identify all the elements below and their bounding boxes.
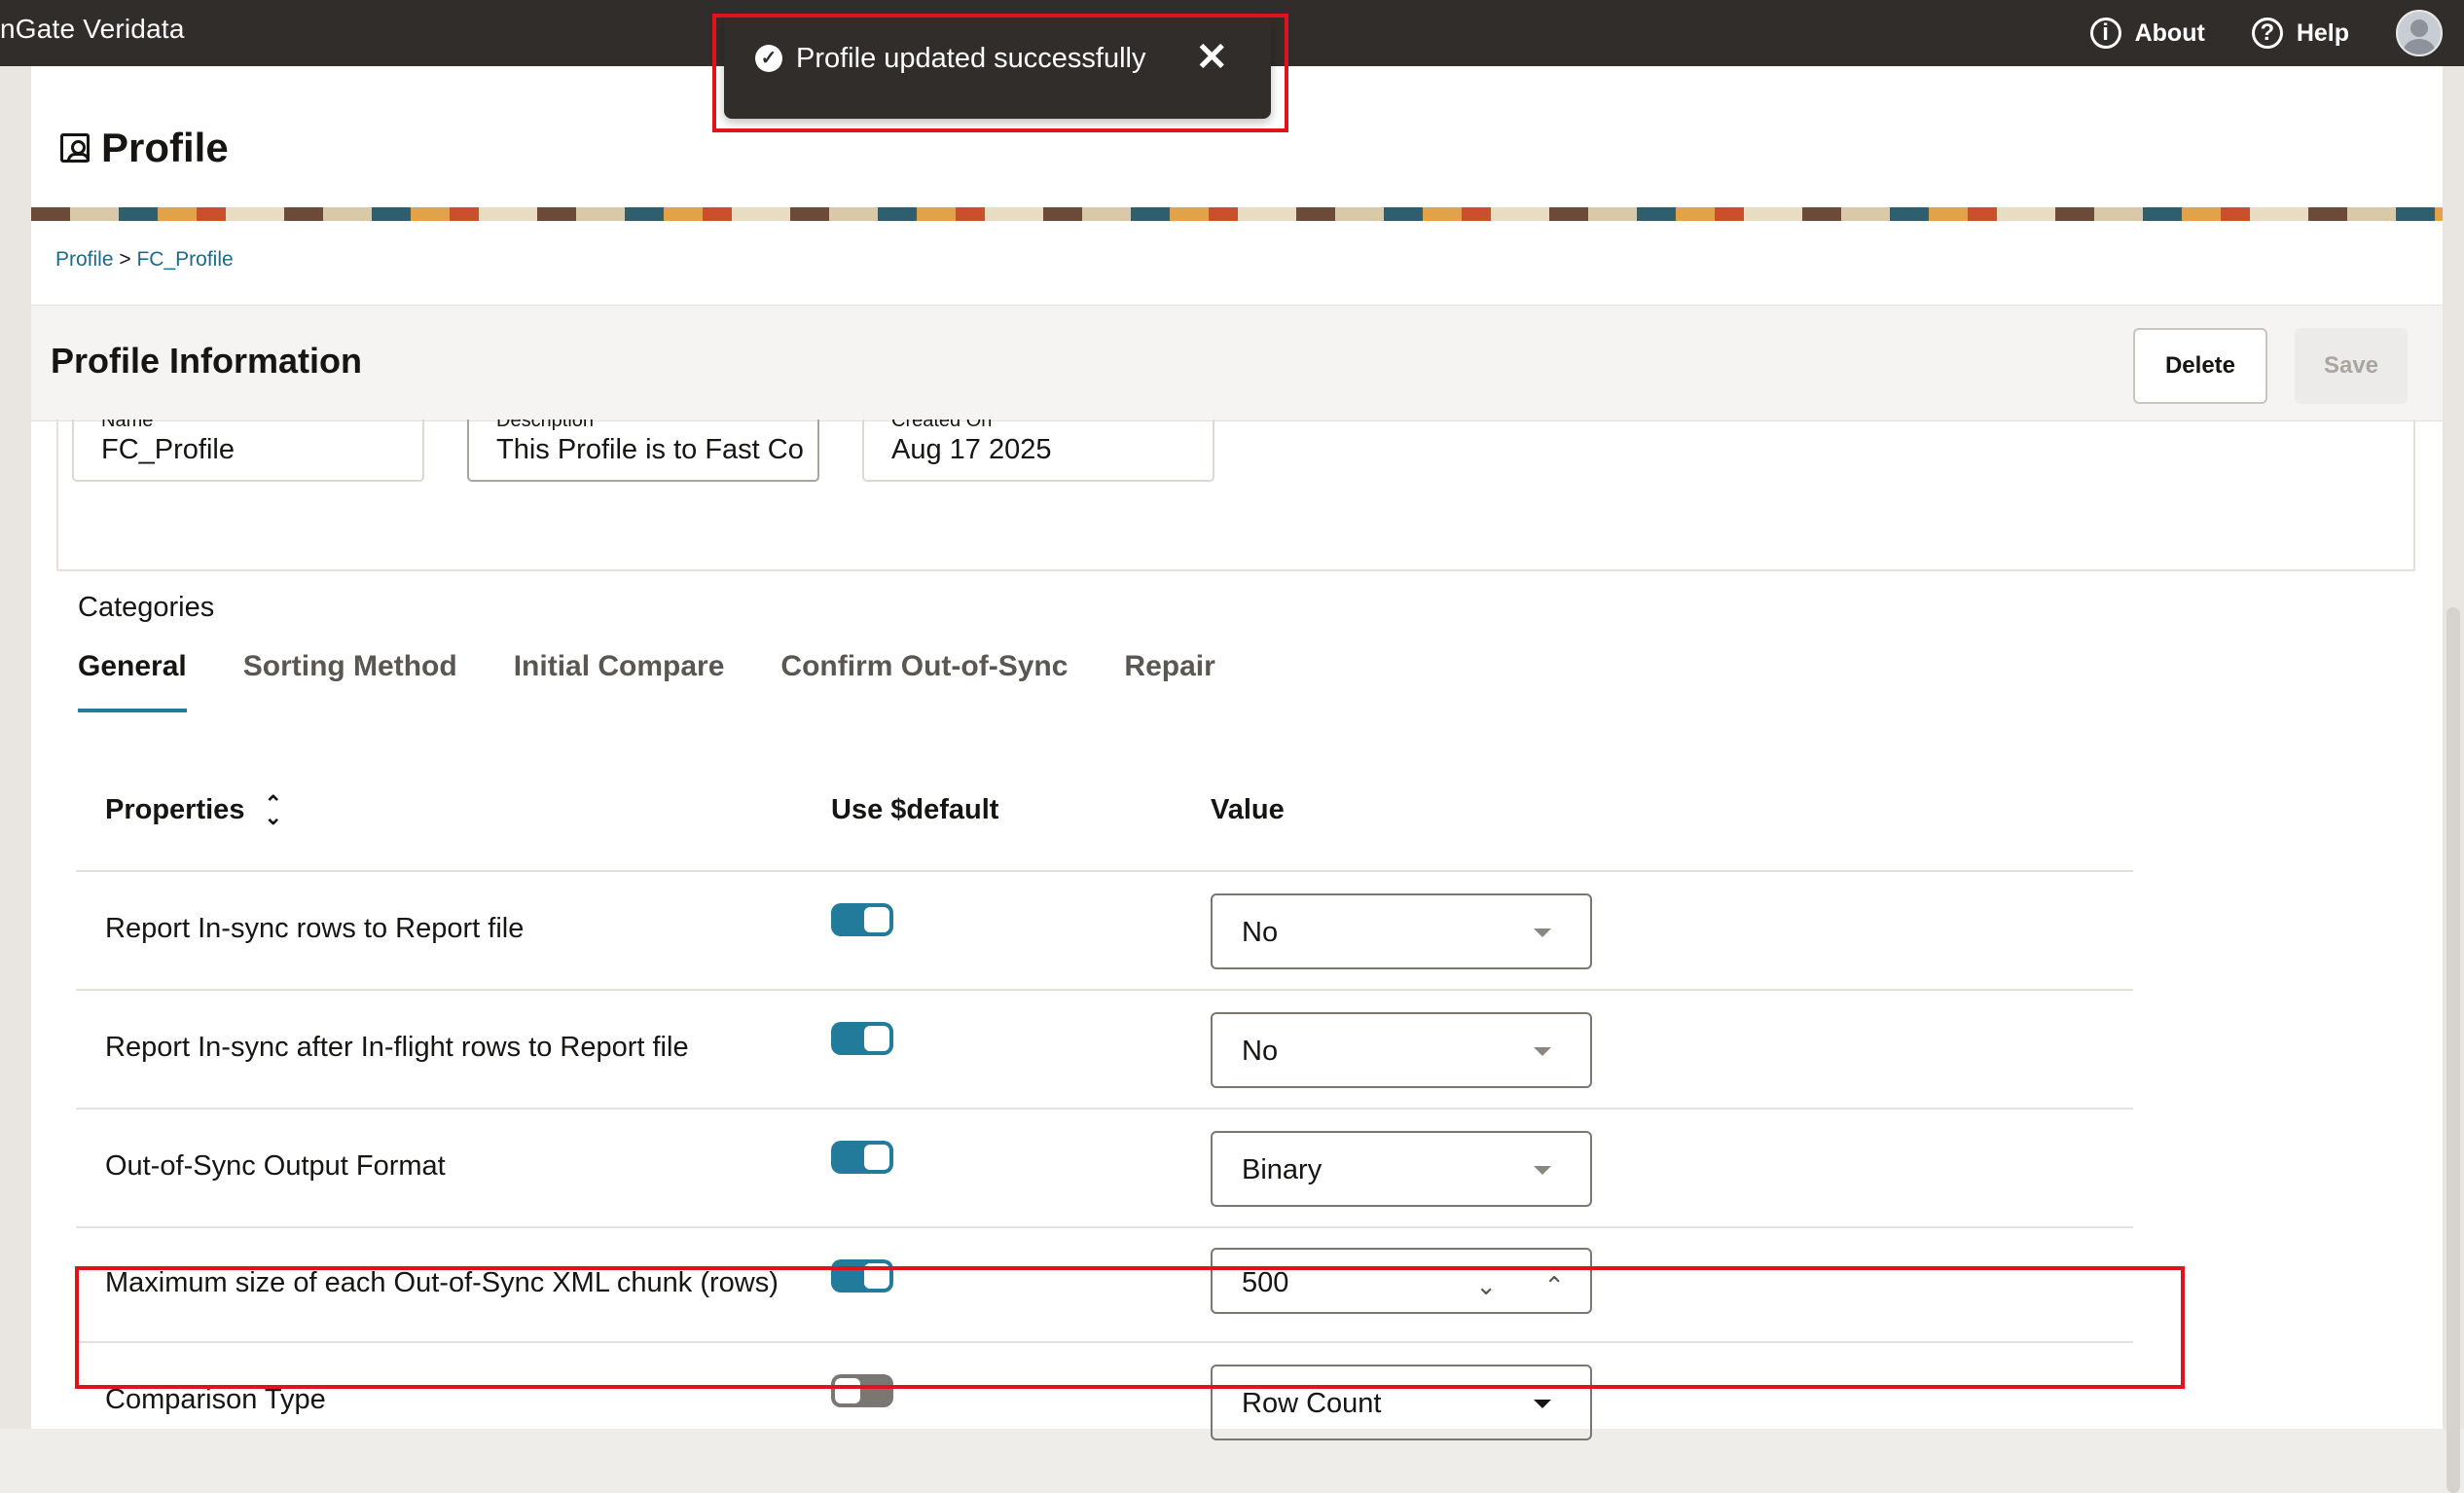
value-column-header: Value bbox=[1211, 794, 1285, 825]
main-panel: Profile Profile > FC_Profile Profile Inf… bbox=[31, 66, 2460, 1493]
value-select-text: No bbox=[1242, 1036, 1279, 1067]
breadcrumb: Profile > FC_Profile bbox=[55, 248, 234, 272]
top-bar-actions: i About ? Help bbox=[2089, 0, 2464, 66]
use-default-toggle[interactable] bbox=[831, 1022, 893, 1055]
properties-header-label: Properties bbox=[105, 794, 245, 825]
value-select[interactable]: No bbox=[1211, 1012, 1592, 1088]
toggle-knob bbox=[864, 1026, 889, 1051]
categories-label: Categories bbox=[78, 592, 215, 623]
value-select[interactable]: No bbox=[1211, 893, 1592, 969]
toggle-knob bbox=[864, 1145, 889, 1170]
left-gutter bbox=[0, 66, 31, 1429]
use-default-toggle[interactable] bbox=[831, 903, 893, 936]
table-row: Report In-sync after In-flight rows to R… bbox=[76, 991, 2133, 1110]
table-header: Properties ⌃ ⌄ Use $default Value bbox=[76, 757, 2133, 872]
page-header: Profile bbox=[60, 125, 229, 171]
info-icon: i bbox=[2089, 18, 2121, 49]
tab-confirm-out-of-sync[interactable]: Confirm Out-of-Sync bbox=[780, 650, 1068, 712]
name-field-label: Name bbox=[101, 419, 154, 431]
app-title: nGate Veridata bbox=[0, 14, 185, 44]
comparison-type-highlight-box bbox=[75, 1266, 2185, 1389]
value-select-text: No bbox=[1242, 917, 1279, 948]
save-button[interactable]: Save bbox=[2295, 328, 2408, 404]
breadcrumb-separator: > bbox=[119, 248, 131, 271]
about-label: About bbox=[2134, 18, 2205, 47]
tab-sorting-method[interactable]: Sorting Method bbox=[243, 650, 457, 712]
value-select-text: Binary bbox=[1242, 1154, 1323, 1185]
category-tabs: General Sorting Method Initial Compare C… bbox=[78, 650, 1215, 712]
property-name: Report In-sync rows to Report file bbox=[105, 913, 525, 944]
value-select[interactable]: Binary bbox=[1211, 1131, 1592, 1207]
user-avatar[interactable] bbox=[2396, 10, 2443, 56]
help-link[interactable]: ? Help bbox=[2251, 18, 2349, 49]
toggle-knob bbox=[864, 907, 889, 932]
created-on-value: Aug 17 2025 bbox=[891, 434, 1052, 465]
created-on-label: Created On bbox=[891, 419, 993, 431]
sort-icon[interactable]: ⌃ ⌄ bbox=[264, 792, 281, 827]
profile-icon bbox=[60, 133, 90, 163]
delete-button[interactable]: Delete bbox=[2133, 328, 2267, 404]
properties-column-header[interactable]: Properties ⌃ ⌄ bbox=[105, 792, 282, 827]
about-link[interactable]: i About bbox=[2089, 18, 2205, 49]
table-row: Out-of-Sync Output Format Binary bbox=[76, 1110, 2133, 1228]
use-default-toggle[interactable] bbox=[831, 1141, 893, 1174]
tab-repair[interactable]: Repair bbox=[1124, 650, 1214, 712]
name-field[interactable]: Name FC_Profile bbox=[72, 419, 424, 482]
description-field[interactable]: Description This Profile is to Fast Co bbox=[467, 419, 819, 482]
profile-info-title: Profile Information bbox=[51, 341, 363, 381]
tab-initial-compare[interactable]: Initial Compare bbox=[514, 650, 725, 712]
description-field-value: This Profile is to Fast Co bbox=[496, 434, 804, 465]
decorative-banner bbox=[31, 207, 2443, 221]
value-select-text: Row Count bbox=[1242, 1388, 1382, 1419]
breadcrumb-root-link[interactable]: Profile bbox=[55, 248, 114, 271]
caret-down-icon bbox=[1534, 1400, 1551, 1408]
caret-down-icon bbox=[1534, 929, 1551, 937]
caret-down-icon bbox=[1534, 1047, 1551, 1056]
caret-down-icon bbox=[1534, 1166, 1551, 1175]
property-name: Out-of-Sync Output Format bbox=[105, 1150, 446, 1182]
help-icon: ? bbox=[2251, 18, 2283, 49]
name-field-value: FC_Profile bbox=[101, 434, 235, 465]
description-field-label: Description bbox=[496, 419, 595, 431]
use-default-column-header: Use $default bbox=[831, 794, 999, 825]
vertical-scrollbar[interactable] bbox=[2446, 607, 2460, 1493]
page-title: Profile bbox=[101, 125, 229, 170]
profile-info-header: Profile Information Delete Save bbox=[31, 305, 2443, 421]
breadcrumb-current-link[interactable]: FC_Profile bbox=[136, 248, 233, 271]
tab-general[interactable]: General bbox=[78, 650, 187, 712]
toast-highlight-box bbox=[712, 14, 1288, 132]
table-row: Report In-sync rows to Report file No bbox=[76, 872, 2133, 991]
help-label: Help bbox=[2296, 18, 2349, 47]
property-name: Report In-sync after In-flight rows to R… bbox=[105, 1032, 689, 1063]
profile-fields-card: Name FC_Profile Description This Profile… bbox=[56, 419, 2415, 571]
created-on-field: Created On Aug 17 2025 bbox=[862, 419, 1214, 482]
